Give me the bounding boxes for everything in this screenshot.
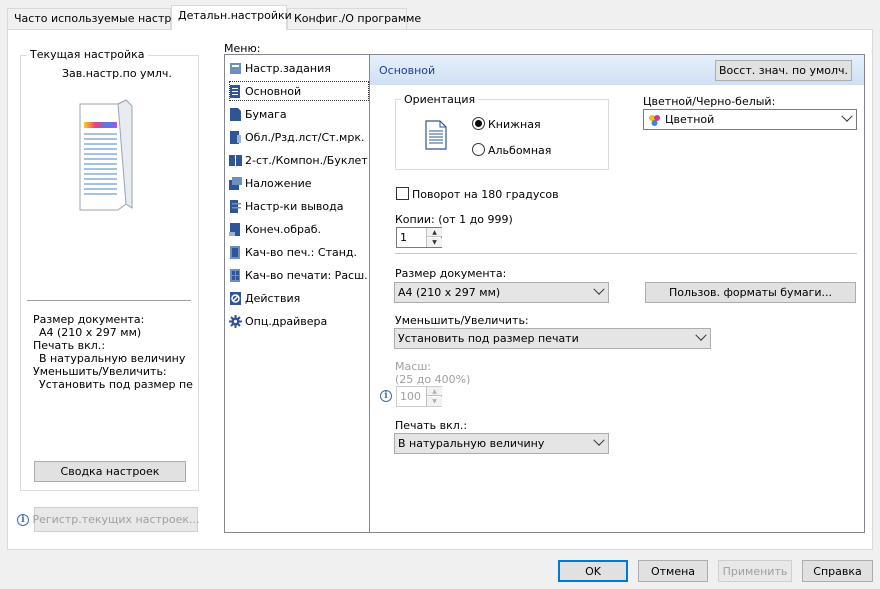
custom-paper-sizes-button[interactable]: Пользов. форматы бумаги... xyxy=(645,282,856,303)
menu-item-output[interactable]: Настр-ки вывода xyxy=(229,196,369,216)
landscape-radio[interactable] xyxy=(472,143,485,156)
restore-defaults-button[interactable]: Восст. знач. по умолч. xyxy=(715,60,852,81)
pane-title: Основной xyxy=(379,64,436,77)
print-on-label: Печать вкл.: xyxy=(33,339,106,352)
finishing-icon xyxy=(229,222,242,236)
duplex-icon xyxy=(229,154,242,167)
scale-info-icon: i xyxy=(380,390,392,402)
rotate-180-label: Поворот на 180 градусов xyxy=(412,188,559,201)
zoom-label: Уменьшить/Увеличить: xyxy=(33,365,167,378)
quality-advanced-icon xyxy=(229,268,242,282)
copies-value: 1 xyxy=(400,231,407,244)
menu-item-label: 2-ст./Компон./Буклет xyxy=(245,153,368,167)
zoom-select[interactable]: Установить под размер печати xyxy=(394,328,711,349)
menu-item-overlay[interactable]: Наложение xyxy=(229,173,369,193)
scale-up-icon[interactable]: ▲ xyxy=(427,387,442,396)
pane-zoom-label: Уменьшить/Увеличить: xyxy=(395,314,529,327)
menu-item-basic[interactable]: Основной xyxy=(229,81,369,101)
print-on-select-value: В натуральную величину xyxy=(398,437,545,450)
menu-item-quality-standard[interactable]: Кач-во печ.: Станд. xyxy=(229,242,369,262)
document-preview-icon xyxy=(74,98,134,212)
pane-divider xyxy=(395,253,857,254)
doc-size-value: A4 (210 x 297 мм) xyxy=(39,326,142,339)
cover-icon xyxy=(229,130,242,144)
menu-item-finishing[interactable]: Конеч.обраб. xyxy=(229,219,369,239)
portrait-page-icon xyxy=(425,120,447,150)
zoom-select-value: Установить под размер печати xyxy=(398,332,579,345)
menu-item-label: Кач-во печати: Расш. xyxy=(245,268,368,282)
overlay-icon xyxy=(229,176,242,190)
color-mode-label: Цветной/Черно-белый: xyxy=(643,95,776,108)
scale-value: 100 xyxy=(400,390,421,403)
apply-button[interactable]: Применить xyxy=(718,560,792,582)
color-icon xyxy=(647,113,661,127)
scale-range: (25 до 400%) xyxy=(395,373,471,386)
register-settings-button[interactable]: Регистр.текущих настроек... xyxy=(32,507,200,532)
quality-standard-icon xyxy=(229,245,242,259)
color-mode-select[interactable]: Цветной xyxy=(643,109,857,130)
menu-item-quality-advanced[interactable]: Кач-во печати: Расш. xyxy=(229,265,369,285)
doc-size-select[interactable]: A4 (210 x 297 мм) xyxy=(394,282,609,303)
menu-item-label: Настр-ки вывода xyxy=(245,199,344,213)
menu-item-label: Опц.драйвера xyxy=(245,314,328,328)
current-profile-name: Зав.настр.по умлч. xyxy=(62,67,172,80)
copies-down-icon[interactable]: ▼ xyxy=(427,238,442,247)
menu-item-paper[interactable]: Бумага xyxy=(229,104,369,124)
landscape-label: Альбомная xyxy=(488,144,552,157)
print-on-value: В натуральную величину xyxy=(39,352,186,365)
doc-size-select-value: A4 (210 x 297 мм) xyxy=(398,286,501,299)
copies-label: Копии: (от 1 до 999) xyxy=(395,213,513,226)
pane-print-on-label: Печать вкл.: xyxy=(395,419,468,432)
paper-icon xyxy=(229,107,242,121)
scale-down-icon[interactable]: ▼ xyxy=(427,397,442,406)
menu-item-label: Кач-во печ.: Станд. xyxy=(245,245,358,259)
settings-summary-button[interactable]: Сводка настроек xyxy=(34,461,186,482)
doc-size-label: Размер документа: xyxy=(33,313,145,326)
current-settings-divider xyxy=(27,300,191,301)
portrait-label: Книжная xyxy=(488,118,541,131)
scale-stepper[interactable]: 100 ▲ ▼ xyxy=(396,386,442,407)
print-on-select[interactable]: В натуральную величину xyxy=(394,433,609,454)
orientation-legend: Ориентация xyxy=(401,93,479,106)
zoom-value: Установить под размер печат xyxy=(39,378,193,391)
color-mode-value: Цветной xyxy=(665,113,715,126)
menu-item-job-settings[interactable]: Настр.задания xyxy=(229,58,369,78)
cancel-button[interactable]: Отмена xyxy=(638,560,708,582)
menu-item-actions[interactable]: Действия xyxy=(229,288,369,308)
help-button[interactable]: Справка xyxy=(802,560,873,582)
actions-icon xyxy=(229,291,242,305)
pane-doc-size-label: Размер документа: xyxy=(395,267,507,280)
current-settings-legend: Текущая настройка xyxy=(27,48,148,61)
tab-config-about[interactable]: Конфиг./О программе xyxy=(287,8,421,29)
menu-item-duplex[interactable]: 2-ст./Компон./Буклет xyxy=(229,150,369,170)
menu-item-label: Настр.задания xyxy=(245,61,331,75)
tab-frequent-settings[interactable]: Часто используемые настр-ки xyxy=(7,8,189,29)
copies-stepper[interactable]: 1 ▲ ▼ xyxy=(396,227,442,248)
ok-button[interactable]: OK xyxy=(558,560,628,582)
menu-item-driver-options[interactable]: Опц.драйвера xyxy=(229,311,369,331)
basic-icon xyxy=(229,84,242,98)
menu-item-cover[interactable]: Обл./Рзд.лст/Ст.мрк. xyxy=(229,127,369,147)
portrait-radio[interactable] xyxy=(472,117,485,130)
copies-up-icon[interactable]: ▲ xyxy=(427,228,442,237)
tab-detailed-settings[interactable]: Детальн.настройки xyxy=(171,5,292,30)
menu-item-label: Бумага xyxy=(245,107,287,121)
info-icon: i xyxy=(17,514,29,526)
menu-item-label: Конеч.обраб. xyxy=(245,222,322,236)
rotate-180-checkbox[interactable] xyxy=(396,187,409,200)
menu-item-label: Обл./Рзд.лст/Ст.мрк. xyxy=(245,130,365,144)
job-settings-icon xyxy=(229,62,242,75)
menu-item-label: Основной xyxy=(245,84,302,98)
scale-label: Масш: xyxy=(395,360,432,373)
menu-item-label: Наложение xyxy=(245,176,312,190)
output-icon xyxy=(229,199,242,213)
menu-item-label: Действия xyxy=(245,291,301,305)
driver-options-icon xyxy=(229,314,242,328)
